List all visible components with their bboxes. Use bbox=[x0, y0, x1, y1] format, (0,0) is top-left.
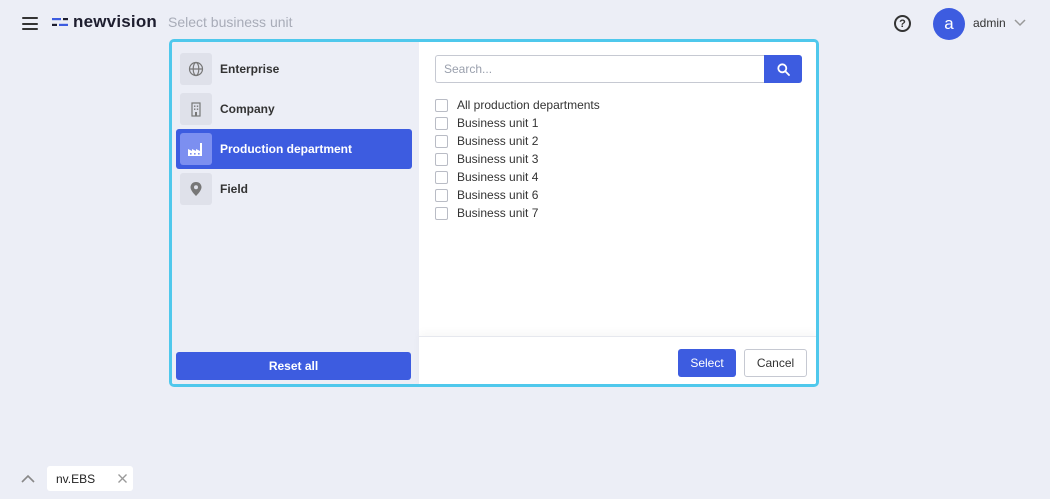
list-item[interactable]: Business unit 7 bbox=[435, 204, 600, 222]
level-item-company[interactable]: Company bbox=[176, 89, 412, 129]
globe-icon bbox=[188, 61, 204, 77]
search-icon bbox=[776, 62, 790, 76]
list-item[interactable]: Business unit 2 bbox=[435, 132, 600, 150]
level-item-production-department[interactable]: Production department bbox=[176, 129, 412, 169]
app-tab-nv-ebs[interactable]: nv.EBS bbox=[47, 466, 133, 491]
level-label: Production department bbox=[220, 142, 353, 156]
dialog-footer: Select Cancel bbox=[419, 336, 816, 384]
list-item[interactable]: Business unit 3 bbox=[435, 150, 600, 168]
checkbox[interactable] bbox=[435, 152, 448, 166]
level-item-field[interactable]: Field bbox=[176, 169, 412, 209]
unit-picker-pane: All production departments Business unit… bbox=[419, 42, 816, 384]
logo-text: newvision bbox=[73, 12, 157, 31]
cancel-button[interactable]: Cancel bbox=[744, 349, 807, 377]
level-sidebar: Enterprise Company Production department… bbox=[172, 42, 419, 384]
checkbox[interactable] bbox=[435, 170, 448, 184]
logo-mark-icon bbox=[52, 18, 68, 26]
search-input[interactable] bbox=[435, 55, 765, 83]
page-title: Select business unit bbox=[168, 14, 293, 30]
list-item[interactable]: Business unit 4 bbox=[435, 168, 600, 186]
business-unit-list: All production departments Business unit… bbox=[435, 96, 600, 222]
level-label: Field bbox=[220, 182, 249, 196]
select-button[interactable]: Select bbox=[678, 349, 736, 377]
level-item-enterprise[interactable]: Enterprise bbox=[176, 49, 412, 89]
checkbox[interactable] bbox=[435, 206, 448, 220]
select-business-unit-dialog: Enterprise Company Production department… bbox=[169, 39, 819, 387]
close-icon[interactable] bbox=[117, 473, 128, 484]
search-button[interactable] bbox=[764, 55, 802, 83]
list-item[interactable]: Business unit 1 bbox=[435, 114, 600, 132]
tab-label: nv.EBS bbox=[56, 471, 96, 486]
question-circle-icon[interactable]: ? bbox=[894, 15, 911, 32]
level-label: Company bbox=[220, 102, 275, 116]
checkbox[interactable] bbox=[435, 188, 448, 202]
reset-all-button[interactable]: Reset all bbox=[176, 352, 411, 380]
logo: newvision bbox=[52, 12, 157, 32]
checkbox[interactable] bbox=[435, 134, 448, 148]
avatar[interactable]: a bbox=[933, 8, 965, 40]
map-pin-icon bbox=[190, 182, 202, 196]
building-icon bbox=[191, 102, 201, 117]
chevron-down-icon[interactable] bbox=[1013, 15, 1027, 29]
checkbox[interactable] bbox=[435, 116, 448, 130]
list-item[interactable]: All production departments bbox=[435, 96, 600, 114]
list-item[interactable]: Business unit 6 bbox=[435, 186, 600, 204]
factory-icon bbox=[188, 143, 202, 156]
chevron-up-icon[interactable] bbox=[20, 473, 36, 485]
level-label: Enterprise bbox=[220, 62, 280, 76]
username[interactable]: admin bbox=[973, 16, 1006, 30]
hamburger-menu-icon[interactable] bbox=[22, 17, 38, 30]
checkbox[interactable] bbox=[435, 98, 448, 112]
